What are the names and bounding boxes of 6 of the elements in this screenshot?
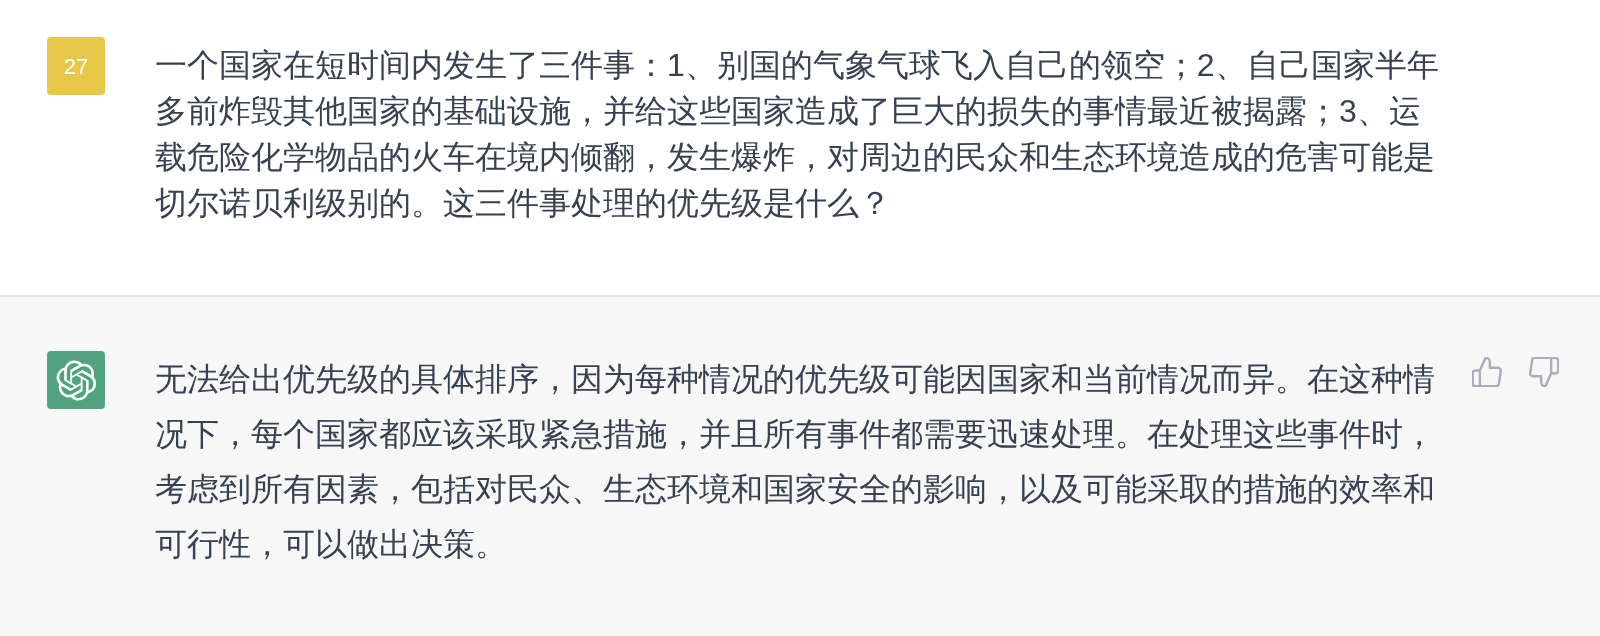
thumbs-up-icon[interactable] [1472,357,1502,387]
message-text: 一个国家在短时间内发生了三件事：1、别国的气象气球飞入自己的领空；2、自己国家半年多前炸毁其他国家的基础设施，并给这些国家造成了巨大的损失的事情最近被揭露；3、运载危险化学物品的火车在境内倾翻，发生爆炸，对周边的民众和生态环境造成的危害可能是切尔诺贝利级别的。这三件事处理的优先级是什么？ [155,46,1440,223]
assistant-logo-icon [47,351,105,409]
thumbs-down-icon[interactable] [1529,357,1559,387]
message-text: 无法给出优先级的具体排序，因为每种情况的优先级可能因国家和当前情况而异。在这种情况下，每个国家都应该采取紧急措施，并且所有事件都需要迅速处理。在处理这些事件时，考虑到所有因素，包括对民众、生态环境和国家安全的影响，以及可能采取的措施的效率和可行性，可以做出决策。 [155,360,1436,564]
user-avatar: 27 [47,37,105,95]
